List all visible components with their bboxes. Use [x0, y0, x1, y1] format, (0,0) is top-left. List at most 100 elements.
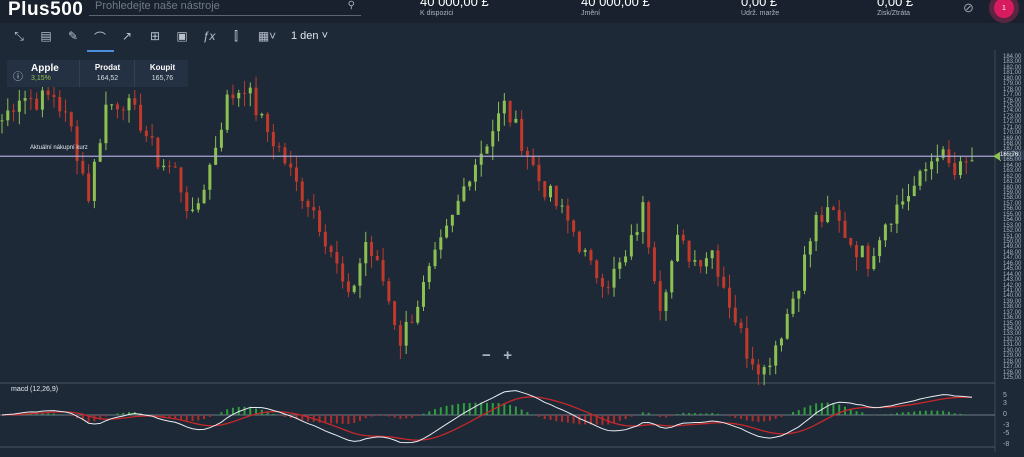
candle: [196, 203, 200, 210]
macd-histogram-bar: [307, 415, 310, 422]
candle: [883, 224, 887, 241]
zoom-out-button[interactable]: −: [482, 347, 491, 364]
candle: [35, 98, 39, 110]
candle: [121, 109, 125, 111]
macd-histogram-bar: [901, 412, 904, 415]
candle: [29, 98, 33, 100]
macd-histogram-bar: [780, 415, 783, 417]
candle: [745, 328, 749, 359]
macd-histogram-bar: [924, 410, 927, 415]
macd-histogram-bar: [191, 415, 194, 421]
candle: [953, 163, 957, 176]
candle: [40, 90, 44, 110]
candle: [283, 147, 287, 164]
macd-histogram-bar: [197, 415, 200, 421]
candle: [185, 192, 189, 212]
macd-histogram-bar: [110, 414, 113, 415]
candle: [450, 214, 454, 226]
buy-button[interactable]: Koupit 165,76: [140, 63, 185, 82]
macd-tick-label: -8: [1003, 441, 1010, 449]
candle: [179, 167, 183, 193]
macd-histogram-bar: [936, 410, 939, 415]
instrument-change: 3,15%: [31, 75, 51, 82]
candle: [508, 100, 512, 123]
macd-histogram-bar: [809, 405, 812, 415]
candle: [456, 200, 460, 215]
candle: [849, 237, 853, 246]
macd-histogram-bar: [659, 415, 662, 417]
macd-histogram-bar: [728, 415, 731, 417]
macd-histogram-bar: [797, 410, 800, 415]
candle: [537, 164, 541, 182]
candle: [387, 281, 391, 302]
candle: [693, 260, 697, 262]
candle: [751, 358, 755, 365]
macd-histogram-bar: [376, 415, 379, 416]
candle: [820, 215, 824, 222]
candle: [23, 98, 27, 101]
macd-histogram-bar: [439, 407, 442, 415]
sell-button[interactable]: Prodat 164,52: [85, 63, 130, 82]
candle: [393, 301, 397, 326]
candle: [906, 196, 910, 202]
macd-histogram-bar: [647, 412, 650, 415]
candle: [52, 94, 56, 98]
candle: [687, 240, 691, 262]
candle: [889, 223, 893, 225]
candle: [756, 364, 760, 375]
candle: [439, 237, 443, 250]
candle: [58, 97, 62, 112]
zoom-in-button[interactable]: +: [503, 347, 512, 364]
candle: [104, 104, 108, 144]
candle: [831, 207, 835, 211]
candle: [837, 210, 841, 221]
macd-histogram-bar: [757, 415, 760, 422]
macd-histogram-bar: [965, 414, 968, 415]
macd-histogram-bar: [890, 413, 893, 415]
candle: [855, 245, 859, 258]
macd-histogram-bar: [930, 410, 933, 415]
candle: [774, 345, 778, 366]
candle: [433, 249, 437, 267]
macd-histogram-bar: [601, 415, 604, 425]
macd-histogram-bar: [503, 403, 506, 415]
macd-tick-label: -3: [1003, 422, 1010, 430]
macd-histogram-bar: [763, 415, 766, 422]
candle: [306, 200, 310, 208]
candle: [549, 185, 553, 198]
macd-histogram-bar: [688, 413, 691, 415]
candle: [577, 231, 581, 252]
macd-histogram-bar: [399, 415, 402, 420]
macd-histogram-bar: [561, 415, 564, 422]
macd-histogram-bar: [832, 403, 835, 415]
candle: [231, 94, 235, 99]
macd-histogram-bar: [792, 411, 795, 415]
candle: [733, 307, 737, 323]
candle: [843, 220, 847, 238]
macd-histogram-bar: [607, 415, 610, 425]
macd-histogram-bar: [884, 414, 887, 415]
candle: [404, 321, 408, 346]
macd-histogram-bar: [624, 415, 627, 420]
candle: [468, 181, 472, 187]
candle: [375, 256, 379, 261]
candle: [46, 90, 50, 95]
candle: [728, 287, 731, 308]
candle: [144, 130, 148, 137]
macd-histogram-bar: [283, 415, 286, 417]
macd-histogram-bar: [347, 415, 350, 424]
candle: [664, 292, 668, 311]
macd-histogram-bar: [566, 415, 569, 423]
candle: [312, 207, 316, 211]
candle: [652, 247, 656, 282]
info-icon[interactable]: ⓘ: [13, 68, 23, 83]
macd-histogram-bar: [745, 415, 748, 421]
macd-histogram-bar: [670, 415, 673, 417]
candle: [860, 245, 864, 258]
candle: [110, 104, 114, 106]
candle: [572, 220, 576, 232]
macd-histogram-bar: [405, 415, 408, 419]
candle: [69, 112, 73, 127]
candle: [808, 241, 812, 255]
candle: [606, 286, 610, 288]
